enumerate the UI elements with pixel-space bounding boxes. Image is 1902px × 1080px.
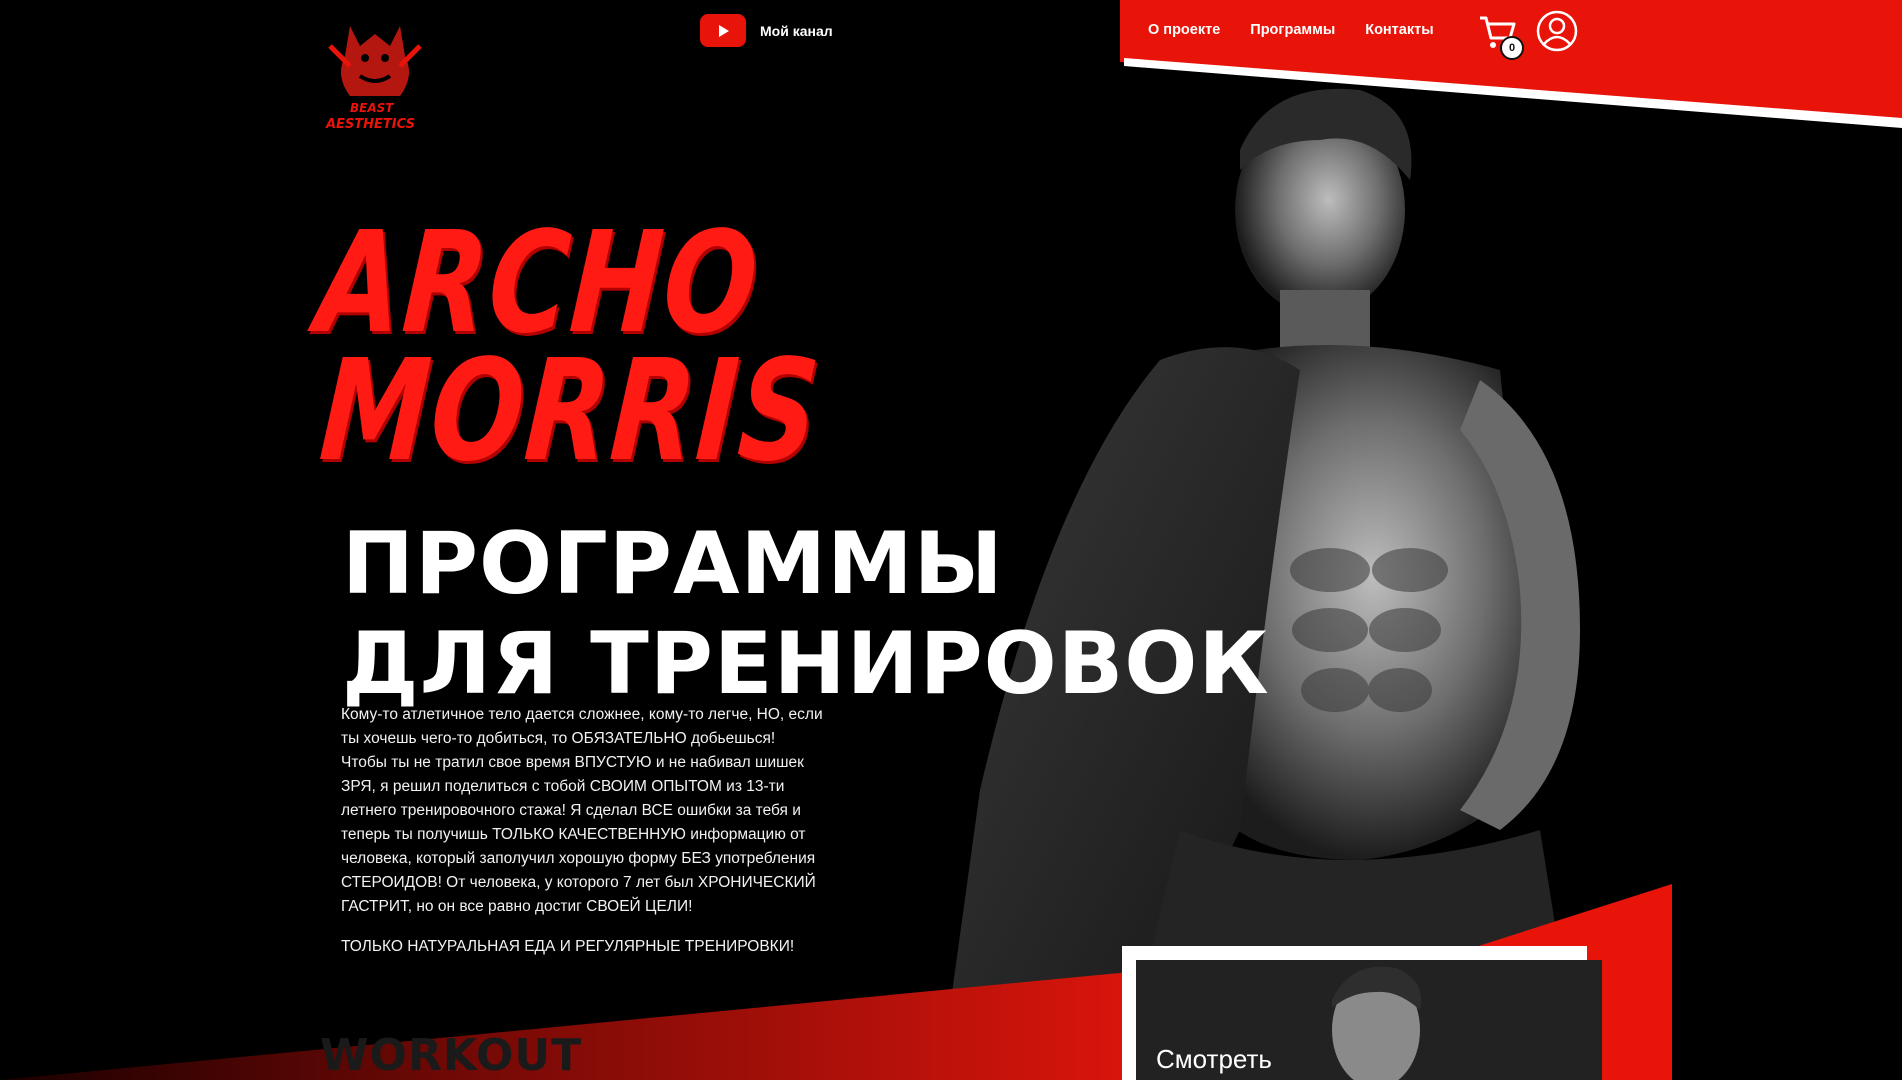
logo-text-aesthetics: AESTHETICS (325, 117, 415, 132)
video-thumbnail[interactable]: Смотреть (1136, 960, 1602, 1080)
youtube-channel-label: Мой канал (760, 22, 833, 39)
page-title-line-2: ДЛЯ ТРЕНИРОВОК (342, 614, 1270, 714)
brush-title-line-2: MORRIS (315, 330, 826, 493)
page-title: ПРОГРАММЫ ДЛЯ ТРЕНИРОВОК (342, 514, 1270, 714)
cart-count-badge: 0 (1500, 36, 1524, 60)
hero-description: Кому-то атлетичное тело дается сложнее, … (341, 703, 823, 975)
watch-video-label: Смотреть (1156, 1044, 1272, 1074)
hero-description-text: Кому-то атлетичное тело дается сложнее, … (341, 706, 823, 915)
youtube-channel-link[interactable]: Мой канал (700, 14, 833, 47)
profile-button[interactable] (1536, 10, 1578, 52)
nav-link-about[interactable]: О проекте (1148, 22, 1220, 38)
youtube-icon (700, 14, 746, 47)
beast-aesthetics-logo[interactable]: BEAST AESTHETICS (320, 16, 430, 136)
cart-button[interactable]: 0 (1478, 12, 1524, 60)
nav-link-programs[interactable]: Программы (1250, 22, 1335, 38)
main-nav: О проекте Программы Контакты (1148, 22, 1434, 38)
video-preview-card[interactable]: Смотреть (1122, 946, 1602, 1080)
logo-text-beast: BEAST (350, 101, 394, 115)
workout-section-label: WORKOUT (320, 1030, 583, 1080)
hero-brush-title: ARCHO MORRIS (304, 202, 833, 493)
brush-title-line-1: ARCHO (311, 202, 765, 365)
user-icon (1536, 10, 1578, 52)
nav-link-contacts[interactable]: Контакты (1365, 22, 1433, 38)
hero-tagline: ТОЛЬКО НАТУРАЛЬНАЯ ЕДА И РЕГУЛЯРНЫЕ ТРЕН… (341, 938, 795, 955)
page-title-line-1: ПРОГРАММЫ (342, 514, 1004, 614)
